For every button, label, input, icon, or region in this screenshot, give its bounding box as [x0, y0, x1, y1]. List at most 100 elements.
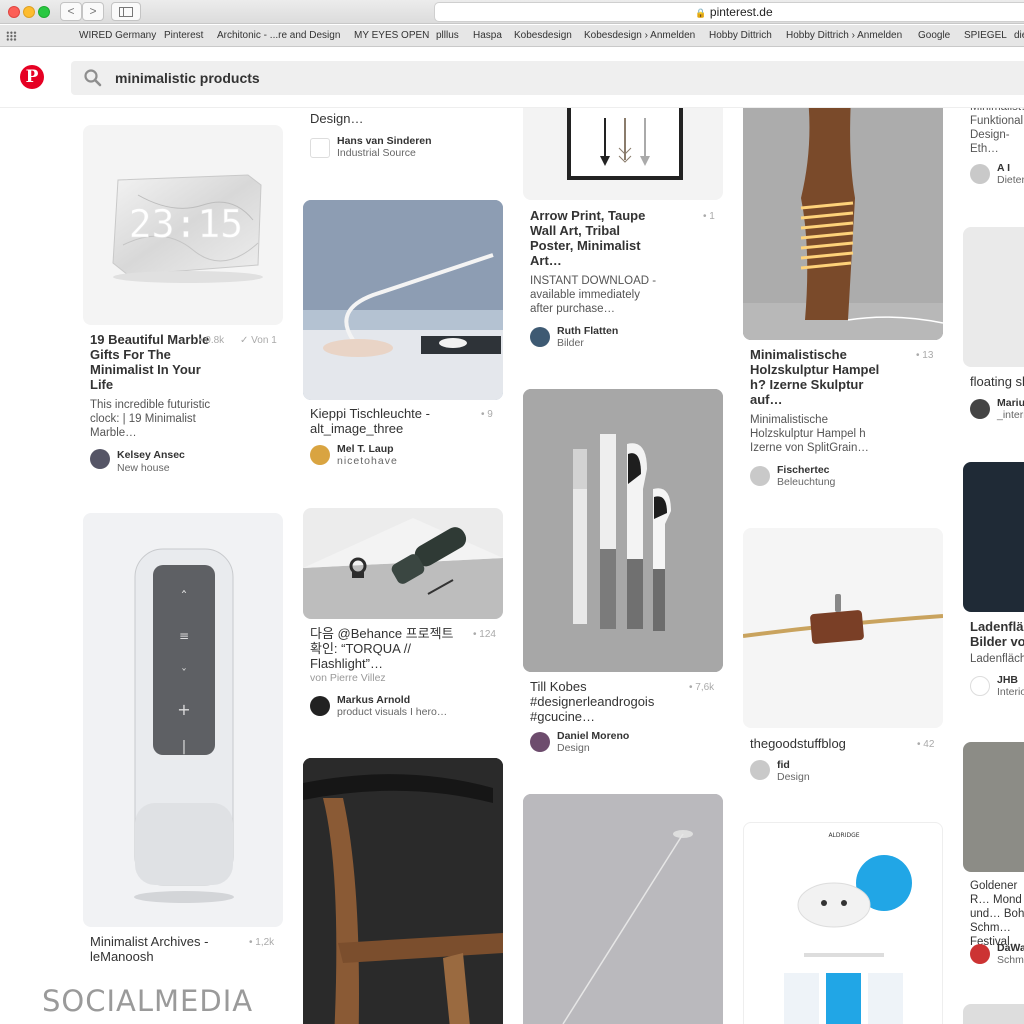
apps-grid-icon[interactable]	[6, 31, 17, 41]
minimize-window-icon[interactable]	[23, 6, 35, 18]
avatar[interactable]	[90, 449, 110, 469]
pin-image[interactable]: 23:15	[83, 125, 283, 325]
pin-title[interactable]: Arrow Print, Taupe Wall Art, Tribal Post…	[530, 208, 660, 268]
pin-image[interactable]	[523, 389, 723, 672]
pin-via: ✓ Von 1	[240, 335, 277, 346]
board-name[interactable]: Beleuchtung	[777, 476, 835, 488]
bookmark-item[interactable]: Architonic - ...re and Design	[217, 25, 340, 46]
board-name[interactable]: nicetohave	[337, 455, 398, 467]
pin-title-fragment[interactable]: Design…	[310, 111, 490, 126]
avatar[interactable]	[970, 944, 990, 964]
bookmark-item[interactable]: Google	[918, 25, 950, 46]
bookmark-item[interactable]: Pinterest	[164, 25, 203, 46]
bookmark-item[interactable]: WIRED Germany	[79, 25, 156, 46]
pin-image[interactable]	[963, 1004, 1024, 1024]
avatar[interactable]	[530, 327, 550, 347]
check-icon: ✓	[240, 335, 252, 346]
avatar[interactable]	[970, 164, 990, 184]
pin-title[interactable]: 19 Beautiful Marble Gifts For The Minima…	[90, 332, 215, 392]
pinterest-header: P minimalistic products	[0, 48, 1024, 108]
address-bar[interactable]: 🔒 pinterest.de	[434, 2, 1024, 22]
pin-title[interactable]: Minimalist Archives - leManoosh	[90, 934, 210, 964]
pinner-name[interactable]: Daniel Moreno	[557, 730, 629, 742]
pin-image[interactable]	[743, 108, 943, 340]
back-button[interactable]: <	[60, 2, 82, 21]
repin-count: • 42	[917, 739, 935, 750]
pinterest-logo-icon[interactable]: P	[20, 65, 44, 89]
bookmark-item[interactable]: Haspa	[473, 25, 502, 46]
pin-image[interactable]	[303, 200, 503, 400]
pinner-name[interactable]: fid	[777, 759, 790, 771]
bookmark-item[interactable]: SPIEGEL	[964, 25, 1007, 46]
wooden-chair-image	[303, 758, 503, 1024]
pin-card[interactable]: Minimalist… Funktional… Design-Eth… Diet…	[963, 108, 1024, 188]
close-window-icon[interactable]	[8, 6, 20, 18]
pinner-name[interactable]: JHB	[997, 674, 1018, 686]
pin-title[interactable]: thegoodstuffblog	[750, 736, 900, 751]
pin-image[interactable]	[963, 462, 1024, 612]
pinner-name[interactable]: Mel T. Laup	[337, 443, 394, 455]
pinner-name[interactable]: Hans van Sinderen	[337, 135, 432, 147]
pin-title[interactable]: Ladenflä… Bilder vo…	[970, 619, 1024, 649]
pinner-name[interactable]: Kelsey Ansec	[117, 449, 185, 461]
pin-card[interactable]: Goldener R… Mond und… Boho Schm… Festiva…	[963, 742, 1024, 1024]
bookmark-item[interactable]: die	[1014, 25, 1024, 46]
pin-title[interactable]: Till Kobes #designerleandrogois #gcucine…	[530, 679, 680, 724]
bookmark-item[interactable]: MY EYES OPEN	[354, 25, 429, 46]
zoom-window-icon[interactable]	[38, 6, 50, 18]
bookmark-item[interactable]: Kobesdesign › Anmelden	[584, 25, 695, 46]
repin-count: • 9	[481, 409, 493, 420]
pin-image[interactable]: ALDRIDGE	[743, 822, 943, 1024]
bookmark-item[interactable]: Kobesdesign	[514, 25, 572, 46]
pin-image[interactable]	[303, 758, 503, 1024]
bookmark-item[interactable]: Hobby Dittrich	[709, 25, 772, 46]
pin-via: von Pierre Villez	[310, 672, 386, 684]
forward-button[interactable]: >	[82, 2, 104, 21]
board-name[interactable]: product visuals I hero…	[337, 706, 447, 718]
sidebar-toggle-icon[interactable]	[111, 2, 141, 21]
avatar[interactable]	[970, 676, 990, 696]
pinner-name[interactable]: Mariu…	[997, 397, 1024, 409]
pin-image[interactable]	[963, 227, 1024, 367]
pinner-name[interactable]: Fischertec	[777, 464, 830, 476]
pin-card[interactable]: floating sh… Mariu… _interi…	[963, 227, 1024, 427]
board-name[interactable]: New house	[117, 462, 170, 474]
pinner-name[interactable]: Markus Arnold	[337, 694, 410, 706]
board-name[interactable]: Interio…	[997, 686, 1024, 698]
avatar[interactable]	[530, 732, 550, 752]
avatar[interactable]	[750, 466, 770, 486]
bookmark-item[interactable]: plllus	[436, 25, 459, 46]
pin-description: Minimalist… Funktional… Design-Eth… Diet…	[970, 108, 1024, 155]
avatar[interactable]	[750, 760, 770, 780]
pin-image[interactable]: ˆ ≡ ˇ + |	[83, 513, 283, 927]
avatar[interactable]	[970, 399, 990, 419]
pin-image[interactable]	[303, 508, 503, 619]
search-query[interactable]: minimalistic products	[115, 61, 260, 95]
board-name[interactable]: Dieter	[997, 174, 1024, 186]
board-name[interactable]: Industrial Source	[337, 147, 416, 159]
pin-title[interactable]: Minimalistische Holzskulptur Hampel h? I…	[750, 347, 880, 407]
pin-image[interactable]	[523, 794, 723, 1024]
pin-title[interactable]: floating sh…	[970, 374, 1024, 389]
pin-title[interactable]: Kieppi Tischleuchte - alt_image_three	[310, 406, 440, 436]
search-bar[interactable]: minimalistic products	[71, 61, 1024, 95]
pin-title[interactable]: 다음 @Behance 프로젝트 확인: “TORQUA // Flashlig…	[310, 626, 460, 671]
board-name[interactable]: Design	[557, 742, 590, 754]
avatar[interactable]	[310, 445, 330, 465]
pin-image[interactable]	[743, 528, 943, 728]
pin-image[interactable]	[963, 742, 1024, 872]
board-name[interactable]: Design	[777, 771, 810, 783]
board-name[interactable]: Bilder	[557, 337, 584, 349]
avatar[interactable]	[310, 138, 330, 158]
board-name[interactable]: Schmu…	[997, 954, 1024, 966]
board-name[interactable]: _interi…	[997, 409, 1024, 421]
pin-card[interactable]: Ladenflä… Bilder vo… Ladenfläch… JHB Int…	[963, 462, 1024, 702]
pin-image[interactable]	[523, 108, 723, 200]
pinner-name[interactable]: Ruth Flatten	[557, 325, 618, 337]
bookmark-item[interactable]: Hobby Dittrich › Anmelden	[786, 25, 902, 46]
pinner-name[interactable]: DaWa…	[997, 942, 1024, 954]
pinner-name[interactable]: A I	[997, 162, 1010, 174]
avatar[interactable]	[310, 696, 330, 716]
svg-text:+: +	[177, 700, 190, 719]
cutlery-image	[523, 389, 723, 672]
